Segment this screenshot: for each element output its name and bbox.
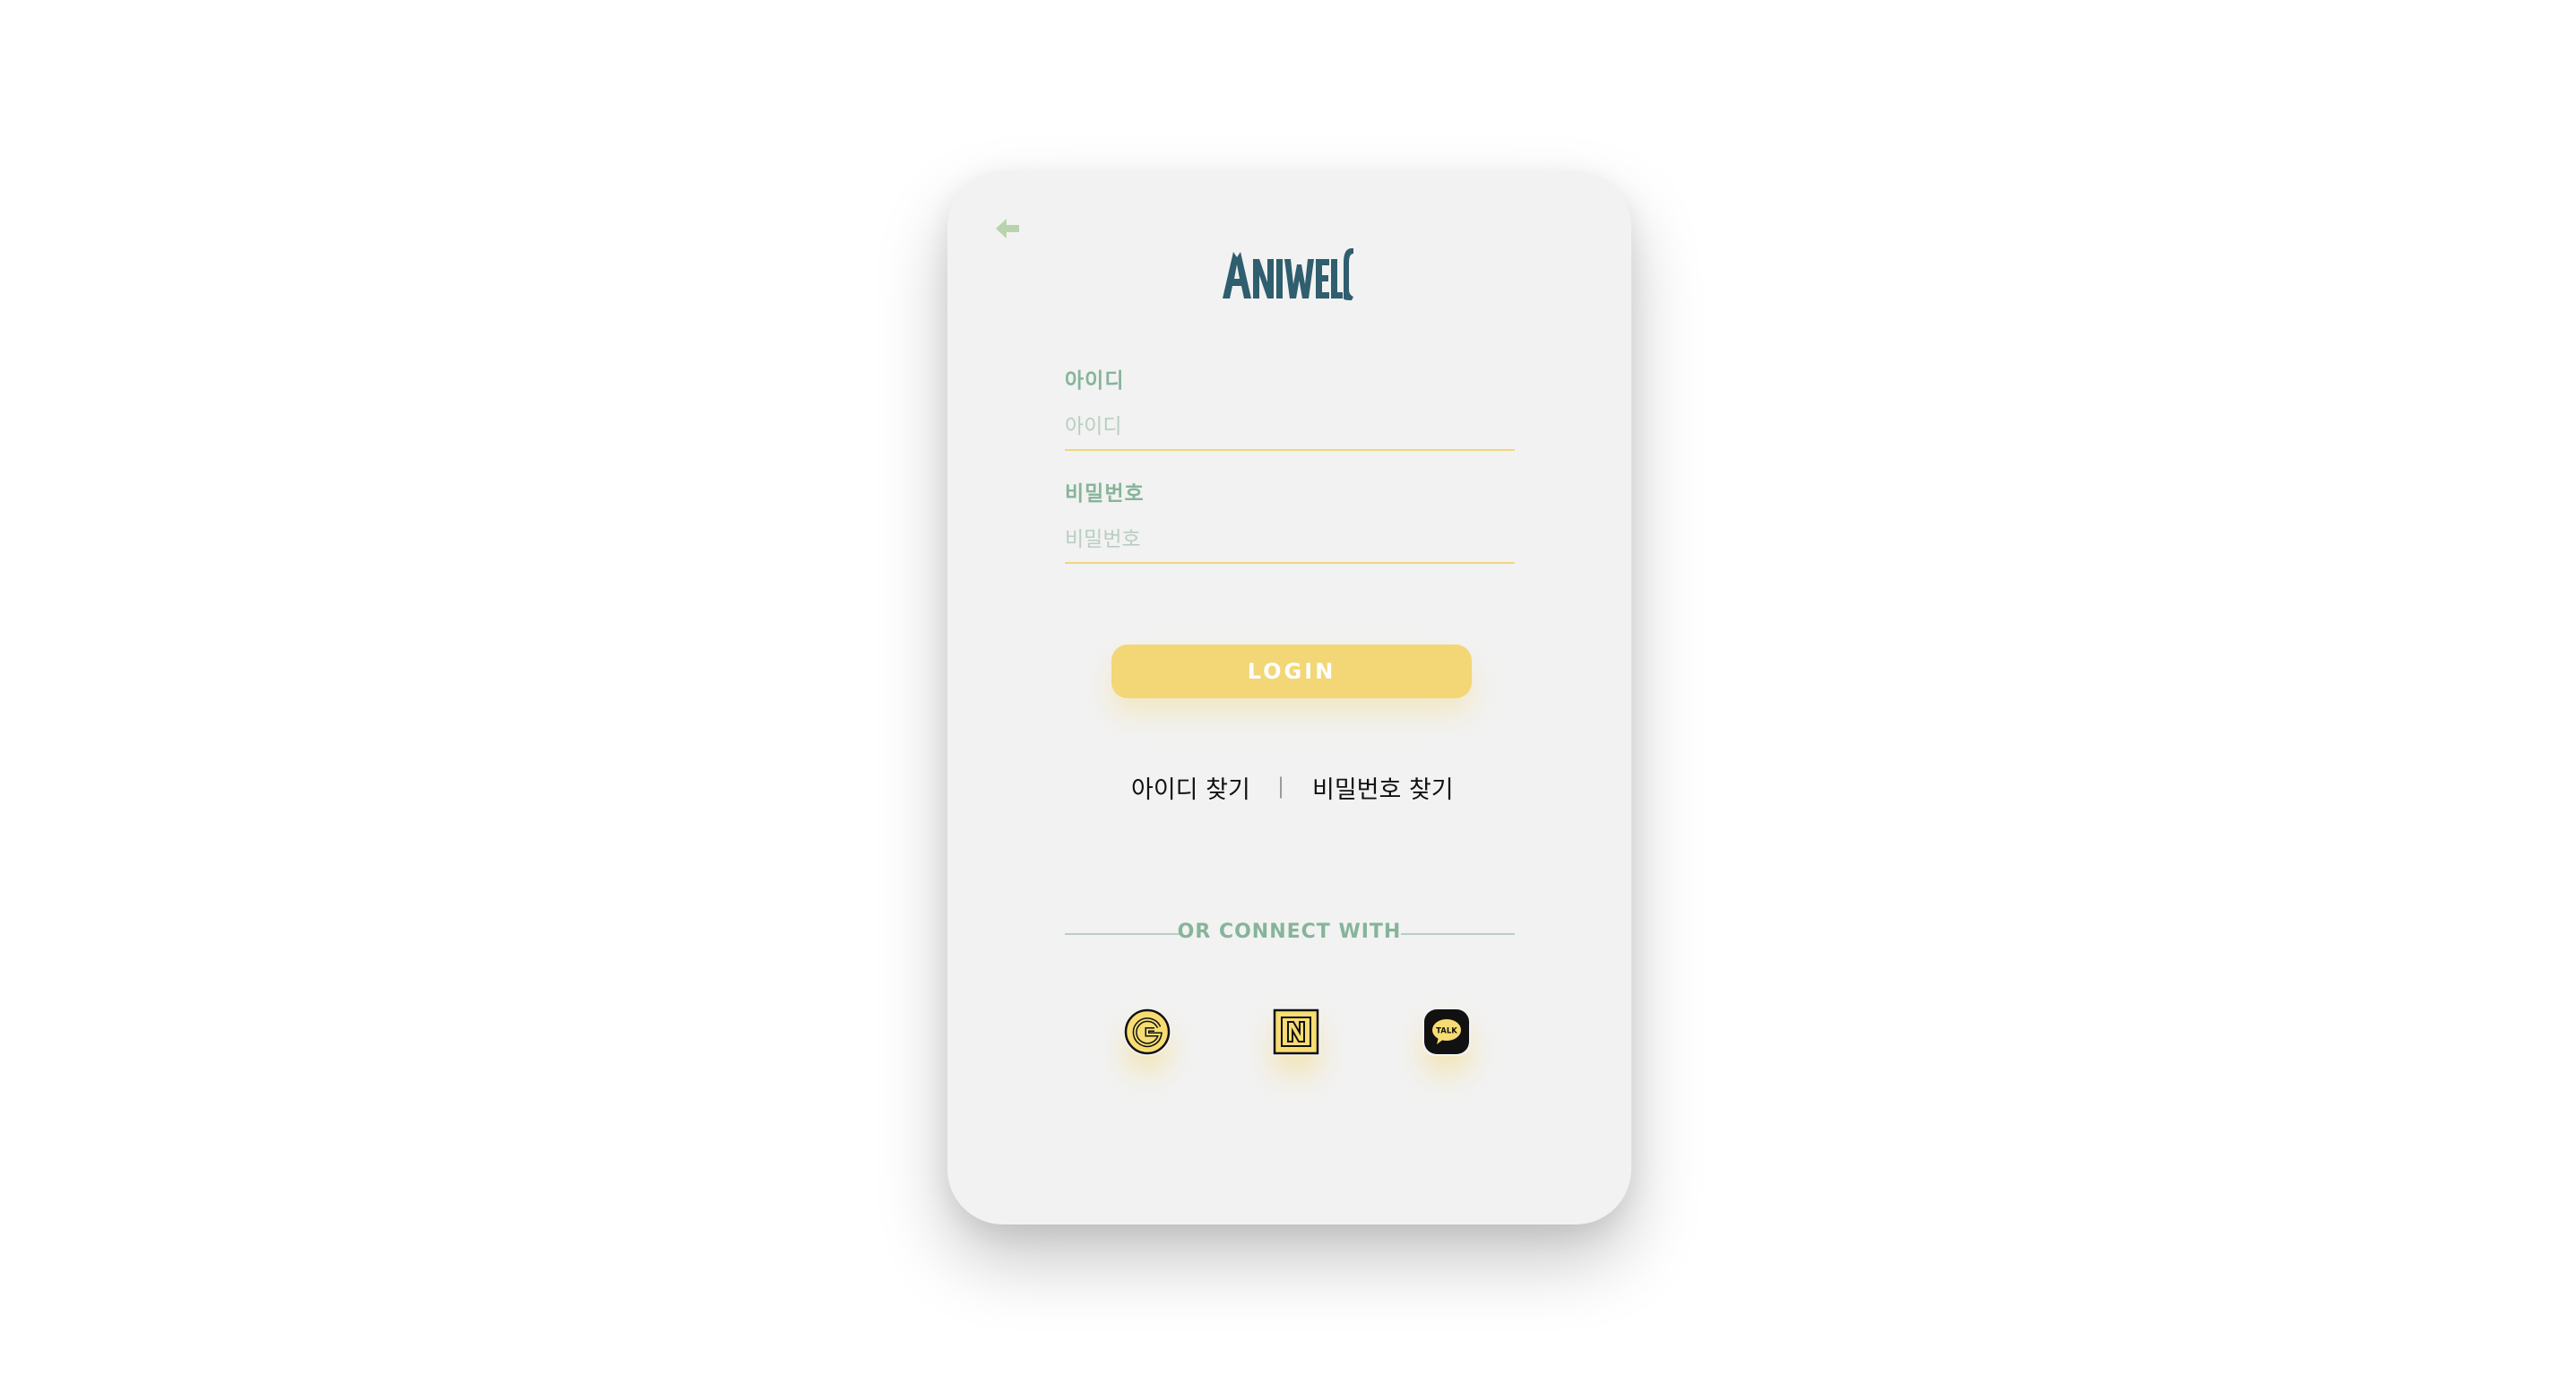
naver-login-button[interactable] xyxy=(1272,1008,1320,1056)
login-button[interactable]: LOGIN xyxy=(1111,645,1472,698)
find-password-link[interactable]: 비밀번호 찾기 xyxy=(1312,770,1454,805)
link-separator: | xyxy=(1277,774,1285,799)
kakao-badge-text: TALK xyxy=(1436,1027,1457,1036)
google-login-button[interactable] xyxy=(1123,1008,1171,1056)
arrow-left-icon xyxy=(996,219,1019,238)
password-input[interactable] xyxy=(1065,517,1515,564)
kakao-login-button[interactable]: TALK xyxy=(1422,1008,1471,1056)
brand-logo xyxy=(1221,245,1355,306)
kakao-talk-icon: TALK xyxy=(1424,1009,1469,1054)
google-icon xyxy=(1124,1008,1171,1055)
back-button[interactable] xyxy=(987,209,1026,248)
account-recovery-links: 아이디 찾기 | 비밀번호 찾기 xyxy=(947,770,1631,806)
password-label: 비밀번호 xyxy=(1065,482,1145,506)
aniwell-logo-icon xyxy=(1223,248,1353,300)
divider-line-right xyxy=(1401,933,1515,935)
login-card: 아이디 비밀번호 LOGIN 아이디 찾기 | 비밀번호 찾기 OR CONNE… xyxy=(947,171,1631,1224)
social-divider-text: OR CONNECT WITH xyxy=(1177,921,1402,943)
id-input[interactable] xyxy=(1065,404,1515,451)
find-id-link[interactable]: 아이디 찾기 xyxy=(1131,770,1250,805)
id-label: 아이디 xyxy=(1065,369,1125,393)
naver-icon xyxy=(1273,1008,1319,1055)
